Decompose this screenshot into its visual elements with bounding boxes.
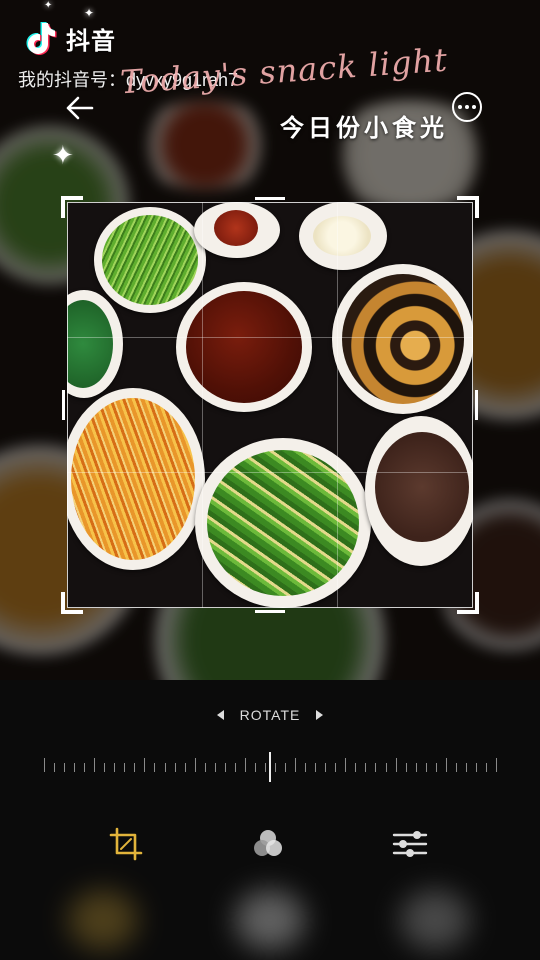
rotation-dial-tick	[295, 758, 296, 772]
rotation-dial-tick	[325, 763, 326, 772]
rotate-label: ROTATE	[239, 707, 301, 723]
rotation-dial[interactable]	[44, 752, 497, 782]
rotation-dial-tick	[386, 763, 387, 772]
rotation-dial-tick	[225, 763, 226, 772]
rotation-dial-tick	[245, 758, 246, 772]
dot	[458, 105, 462, 109]
rotation-dial-tick	[205, 763, 206, 772]
crop-handle-bottom-right[interactable]	[457, 592, 479, 614]
dot	[472, 105, 476, 109]
rotation-dial-tick	[486, 763, 487, 772]
filters-icon[interactable]	[250, 826, 286, 862]
rotation-dial-tick	[124, 763, 125, 772]
rotation-dial-tick	[375, 763, 376, 772]
bottom-glow	[400, 890, 470, 950]
rotation-dial-tick	[456, 763, 457, 772]
rotation-dial-tick	[365, 763, 366, 772]
crop-icon[interactable]	[108, 826, 144, 862]
rotation-dial-tick	[44, 758, 45, 772]
rotation-dial-tick	[426, 763, 427, 772]
sparkle-icon: ✦	[52, 140, 74, 170]
rotation-dial-tick	[345, 758, 346, 772]
crop-handle-top-left[interactable]	[61, 196, 83, 218]
back-arrow-icon[interactable]	[62, 90, 98, 126]
rotation-dial-indicator	[269, 752, 271, 782]
rotation-dial-tick	[265, 763, 266, 772]
rotation-dial-tick	[285, 763, 286, 772]
rotation-dial-tick	[114, 763, 115, 772]
tiktok-logo: 抖音	[20, 18, 116, 58]
rotation-dial-tick	[134, 763, 135, 772]
crop-handle-bottom[interactable]	[255, 610, 285, 613]
rotate-control[interactable]: ROTATE	[0, 704, 540, 726]
sparkle-icon: ✦	[84, 6, 95, 20]
bottom-glow	[68, 890, 138, 950]
rotation-dial-tick	[195, 758, 196, 772]
rotation-dial-tick	[476, 763, 477, 772]
rotation-dial-tick	[175, 763, 176, 772]
crop-handle-top-right[interactable]	[457, 196, 479, 218]
dot	[465, 105, 469, 109]
more-options-button[interactable]	[452, 92, 482, 122]
crop-frame	[67, 202, 473, 608]
tiktok-note-icon	[26, 22, 57, 55]
rotation-dial-tick	[406, 763, 407, 772]
crop-handle-bottom-left[interactable]	[61, 592, 83, 614]
sparkle-icon: ✦	[44, 0, 53, 11]
rotation-dial-tick	[74, 763, 75, 772]
rotation-dial-tick	[315, 763, 316, 772]
rotation-dial-tick	[396, 758, 397, 772]
rotation-dial-tick	[54, 763, 55, 772]
crop-handle-top[interactable]	[255, 197, 285, 200]
rotation-dial-tick	[144, 758, 145, 772]
rotate-left-icon[interactable]	[216, 710, 224, 720]
rotation-dial-tick	[165, 763, 166, 772]
rotation-dial-tick	[496, 758, 497, 772]
rotation-dial-tick	[416, 763, 417, 772]
rotation-dial-tick	[305, 763, 306, 772]
rotation-dial-tick	[215, 763, 216, 772]
rotate-right-icon[interactable]	[316, 710, 324, 720]
app-name: 抖音	[66, 27, 116, 55]
crop-handle-right[interactable]	[475, 390, 478, 420]
rotation-dial-tick	[94, 758, 95, 772]
bottom-glow	[235, 890, 305, 950]
rotation-dial-tick	[436, 763, 437, 772]
rotation-dial-tick	[84, 763, 85, 772]
rotation-dial-tick	[446, 758, 447, 772]
rotation-dial-tick	[275, 763, 276, 772]
rotation-dial-tick	[64, 763, 65, 772]
rotation-dial-tick	[104, 763, 105, 772]
rotation-dial-tick	[154, 763, 155, 772]
crop-handle-left[interactable]	[62, 390, 65, 420]
adjust-icon[interactable]	[392, 826, 428, 862]
rotation-dial-tick	[466, 763, 467, 772]
script-title: Today's snack light	[119, 40, 450, 102]
rotation-dial-tick	[255, 763, 256, 772]
rotation-dial-tick	[335, 763, 336, 772]
rotation-dial-tick	[355, 763, 356, 772]
chinese-title: 今日份小食光	[280, 115, 448, 142]
rotation-dial-tick	[235, 763, 236, 772]
rotation-dial-tick	[185, 763, 186, 772]
